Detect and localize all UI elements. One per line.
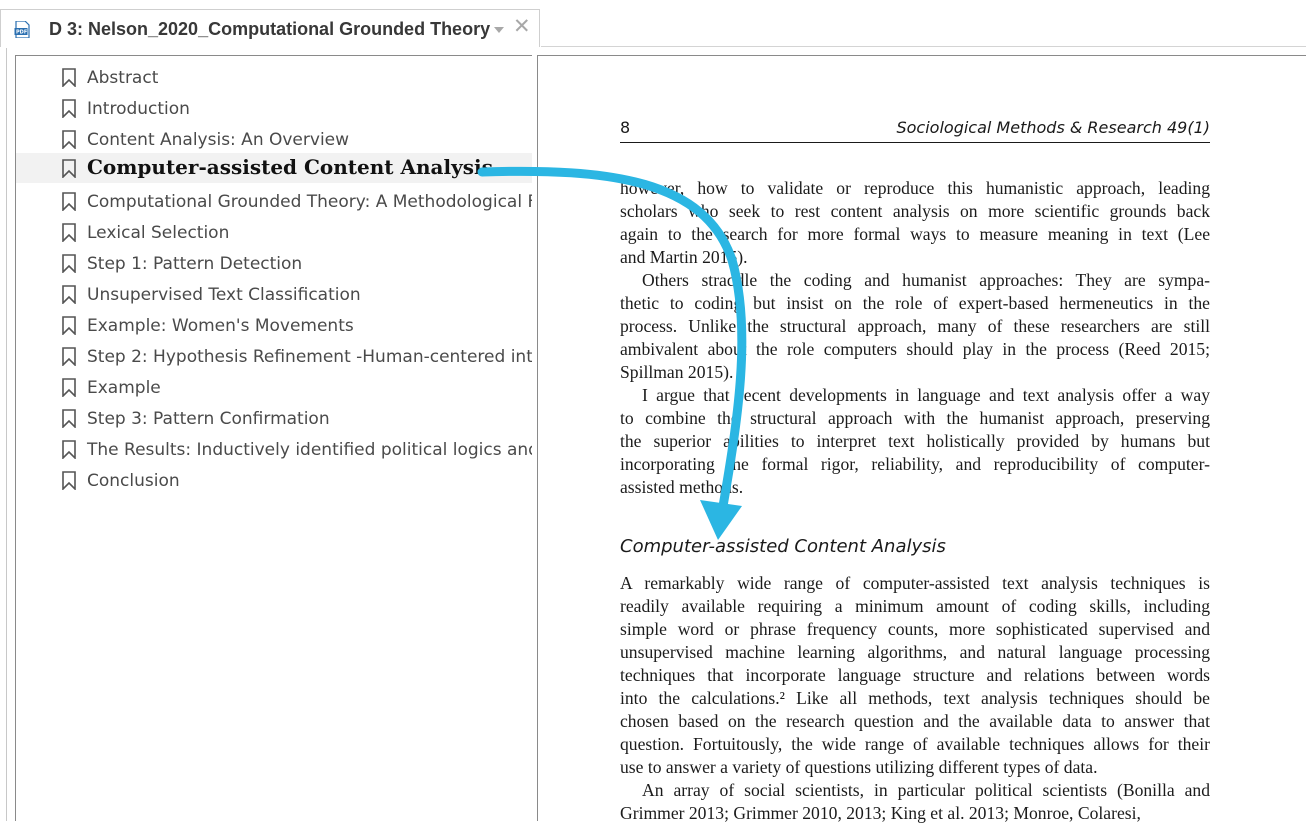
bookmark-icon bbox=[62, 254, 76, 273]
text-line: An array of social scientists, in partic… bbox=[642, 780, 1210, 800]
bookmark-item[interactable]: Example bbox=[16, 372, 532, 402]
bookmark-item[interactable]: Abstract bbox=[16, 62, 532, 92]
tab-title: D 3: Nelson_2020_Computational Grounded … bbox=[49, 19, 491, 39]
text-line: I argue that recent developments in lang… bbox=[642, 385, 1210, 405]
bookmark-icon bbox=[62, 471, 76, 490]
paragraph: A remarkably wide range of computer-assi… bbox=[620, 572, 1210, 779]
bookmark-item[interactable]: Step 3: Pattern Confirmation bbox=[16, 403, 532, 433]
text-line: again to the search for more formal ways… bbox=[620, 224, 1210, 244]
bookmark-label: Step 3: Pattern Confirmation bbox=[87, 409, 330, 429]
bookmark-icon bbox=[62, 285, 76, 304]
close-icon[interactable]: ✕ bbox=[513, 16, 531, 37]
text-line: chosen based on the research question an… bbox=[620, 711, 1210, 731]
bookmark-item[interactable]: Computer-assisted Content Analysis bbox=[16, 153, 532, 183]
bookmark-icon bbox=[62, 130, 76, 149]
bookmark-icon bbox=[62, 378, 76, 397]
bookmark-label: Content Analysis: An Overview bbox=[87, 130, 350, 150]
bookmark-label: Computational Grounded Theory: A Methodo… bbox=[87, 192, 532, 212]
document-tab[interactable]: PDF D 3: Nelson_2020_Computational Groun… bbox=[0, 9, 540, 47]
paragraph: however, how to validate or reproduce th… bbox=[620, 177, 1210, 269]
running-head: 8 Sociological Methods & Research 49(1) bbox=[620, 118, 1210, 143]
text-line: process. Unlike the structural approach,… bbox=[620, 316, 1210, 336]
bookmark-icon bbox=[62, 159, 76, 178]
bookmark-item[interactable]: Computational Grounded Theory: A Methodo… bbox=[16, 186, 532, 216]
bookmark-item[interactable]: Unsupervised Text Classification bbox=[16, 279, 532, 309]
bookmark-label: Step 2: Hypothesis Refinement -Human-cen… bbox=[87, 347, 532, 367]
bookmark-item[interactable]: Lexical Selection bbox=[16, 217, 532, 247]
bookmark-label: The Results: Inductively identified poli… bbox=[87, 440, 532, 460]
bookmark-icon bbox=[62, 68, 76, 87]
bookmark-item[interactable]: Step 1: Pattern Detection bbox=[16, 248, 532, 278]
tab-strip-divider bbox=[541, 46, 1306, 47]
text-line: ambivalent about the role computers shou… bbox=[620, 339, 1210, 359]
window-left-edge bbox=[6, 48, 7, 821]
document-tab-strip: PDF D 3: Nelson_2020_Computational Groun… bbox=[0, 0, 1306, 47]
svg-text:PDF: PDF bbox=[16, 30, 27, 36]
bookmark-label: Example bbox=[87, 378, 161, 398]
text-line: simple word or phrase frequency counts, … bbox=[620, 619, 1210, 639]
bookmark-icon bbox=[62, 440, 76, 459]
bookmark-item[interactable]: Example: Women's Movements bbox=[16, 310, 532, 340]
section-heading: Computer-assisted Content Analysis bbox=[620, 536, 946, 557]
bookmark-label: Abstract bbox=[87, 68, 159, 88]
bookmark-icon bbox=[62, 99, 76, 118]
text-line: and Martin 2015). bbox=[620, 247, 748, 267]
bookmark-item[interactable]: Step 2: Hypothesis Refinement -Human-cen… bbox=[16, 341, 532, 371]
text-line: A remarkably wide range of computer-assi… bbox=[620, 573, 1210, 593]
bookmark-label: Conclusion bbox=[87, 471, 180, 491]
bookmark-label: Unsupervised Text Classification bbox=[87, 285, 361, 305]
text-line: unsupervised machine learning algorithms… bbox=[620, 642, 1210, 662]
pdf-file-icon: PDF bbox=[14, 21, 30, 38]
text-line: use to answer a variety of questions uti… bbox=[620, 757, 1098, 777]
text-line: thetic to coding but insist on the role … bbox=[620, 293, 1210, 313]
text-line: readily available requiring a minimum am… bbox=[620, 596, 1210, 616]
text-line: techniques that incorporate language str… bbox=[620, 665, 1210, 685]
text-line: however, how to validate or reproduce th… bbox=[620, 178, 1210, 198]
text-line: Spillman 2015). bbox=[620, 362, 734, 382]
bookmark-icon bbox=[62, 409, 76, 428]
text-line: the superior abilities to interpret text… bbox=[620, 431, 1210, 451]
bookmark-item[interactable]: Introduction bbox=[16, 93, 532, 123]
bookmark-label: Step 1: Pattern Detection bbox=[87, 254, 303, 274]
text-line: incorporating the formal rigor, reliabil… bbox=[620, 454, 1210, 474]
paragraph: Others straddle the coding and humanist … bbox=[620, 269, 1210, 384]
bookmark-label: Computer-assisted Content Analysis bbox=[87, 155, 493, 179]
bookmarks-panel: Abstract Introduction Content Analysis: An… bbox=[15, 55, 532, 821]
text-line: question. Fortuitously, the wide range o… bbox=[620, 734, 1210, 754]
bookmark-icon bbox=[62, 223, 76, 242]
paragraph: An array of social scientists, in partic… bbox=[620, 779, 1210, 825]
page-number: 8 bbox=[620, 118, 631, 137]
text-line: Grimmer 2013; Grimmer 2010, 2013; King e… bbox=[620, 803, 1141, 823]
bookmark-icon bbox=[62, 192, 76, 211]
bookmark-label: Lexical Selection bbox=[87, 223, 230, 243]
text-line: to combine the structural approach with … bbox=[620, 408, 1210, 428]
text-line: Others straddle the coding and humanist … bbox=[642, 270, 1210, 290]
bookmark-item[interactable]: The Results: Inductively identified poli… bbox=[16, 434, 532, 464]
bookmark-item[interactable]: Conclusion bbox=[16, 465, 532, 495]
bookmark-icon bbox=[62, 316, 76, 335]
text-line: assisted methods. bbox=[620, 477, 744, 497]
text-line: scholars who seek to rest content analys… bbox=[620, 201, 1210, 221]
tab-dropdown-icon[interactable] bbox=[494, 27, 504, 33]
pdf-page: 8 Sociological Methods & Research 49(1) … bbox=[538, 56, 1306, 823]
journal-title: Sociological Methods & Research 49(1) bbox=[896, 118, 1210, 137]
bookmark-icon bbox=[62, 347, 76, 366]
bookmark-label: Example: Women's Movements bbox=[87, 316, 354, 336]
bookmark-label: Introduction bbox=[87, 99, 190, 119]
bookmark-item[interactable]: Content Analysis: An Overview bbox=[16, 124, 532, 154]
paragraph: I argue that recent developments in lang… bbox=[620, 384, 1210, 499]
text-line: into the calculations.² Like all methods… bbox=[620, 688, 1210, 708]
